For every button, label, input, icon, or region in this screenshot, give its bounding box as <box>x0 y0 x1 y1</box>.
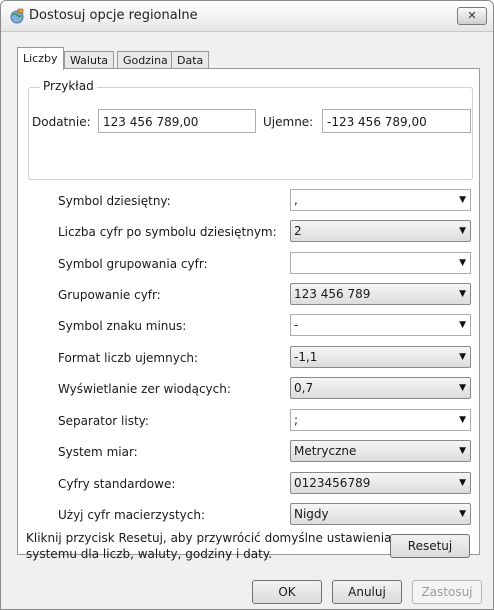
negative-sign-label: Symbol znaku minus: <box>58 319 187 333</box>
measurement-system-combo[interactable]: Metryczne ▼ <box>290 440 471 462</box>
negative-format-value: -1,1 <box>294 350 318 364</box>
negative-example-field[interactable]: -123 456 789,00 <box>322 109 471 133</box>
measurement-system-label: System miar: <box>58 445 138 459</box>
reset-hint-text: Kliknij przycisk Resetuj, aby przywrócić… <box>26 531 392 561</box>
native-digits-value: Nigdy <box>294 507 329 521</box>
standard-digits-combo[interactable]: 0123456789 ▼ <box>290 472 471 494</box>
list-separator-value: ; <box>294 413 299 427</box>
digit-grouping-value: 123 456 789 <box>294 287 371 301</box>
decimal-digits-label: Liczba cyfr po symbolu dziesiętnym: <box>58 225 277 239</box>
chevron-down-icon: ▼ <box>459 509 466 519</box>
chevron-down-icon: ▼ <box>459 446 466 456</box>
negative-sign-combo[interactable]: - ▼ <box>290 314 471 336</box>
negative-sign-value: - <box>294 318 299 332</box>
example-group-label: Przykład <box>40 79 97 93</box>
cancel-button[interactable]: Anuluj <box>332 580 402 604</box>
chevron-down-icon: ▼ <box>459 195 466 205</box>
decimal-digits-combo[interactable]: 2 ▼ <box>290 220 471 242</box>
tab-currency[interactable]: Waluta <box>64 51 114 69</box>
grouping-symbol-label: Symbol grupowania cyfr: <box>58 257 208 271</box>
leading-zeros-value: 0,7 <box>294 381 314 395</box>
ok-button[interactable]: OK <box>252 580 322 604</box>
positive-example-field[interactable]: 123 456 789,00 <box>98 109 256 133</box>
negative-format-combo[interactable]: -1,1 ▼ <box>290 346 471 368</box>
negative-label: Ujemne: <box>263 115 314 129</box>
chevron-down-icon: ▼ <box>459 226 466 236</box>
grouping-symbol-combo[interactable]: ▼ <box>290 252 471 274</box>
leading-zeros-combo[interactable]: 0,7 ▼ <box>290 377 471 399</box>
dialog-window: Dostosuj opcje regionalne ✕ Liczby Walut… <box>0 0 494 610</box>
leading-zeros-label: Wyświetlanie zer wiodących: <box>58 382 231 396</box>
chevron-down-icon: ▼ <box>459 352 466 362</box>
regional-settings-icon <box>10 8 24 24</box>
reset-button[interactable]: Resetuj <box>390 534 470 558</box>
chevron-down-icon: ▼ <box>459 383 466 393</box>
chevron-down-icon: ▼ <box>459 478 466 488</box>
chevron-down-icon: ▼ <box>459 289 466 299</box>
list-separator-combo[interactable]: ; ▼ <box>290 409 471 431</box>
tab-numbers[interactable]: Liczby <box>17 47 64 70</box>
positive-label: Dodatnie: <box>32 115 91 129</box>
close-icon: ✕ <box>467 9 477 22</box>
negative-format-label: Format liczb ujemnych: <box>58 351 199 365</box>
standard-digits-label: Cyfry standardowe: <box>58 477 176 491</box>
decimal-symbol-label: Symbol dziesiętny: <box>58 194 171 208</box>
close-button[interactable]: ✕ <box>457 7 487 25</box>
chevron-down-icon: ▼ <box>459 320 466 330</box>
numbers-tab-panel: Przykład Dodatnie: 123 456 789,00 Ujemne… <box>17 68 480 561</box>
digit-grouping-combo[interactable]: 123 456 789 ▼ <box>290 283 471 305</box>
title-bar[interactable]: Dostosuj opcje regionalne ✕ <box>1 1 493 32</box>
measurement-system-value: Metryczne <box>294 444 357 458</box>
tab-date[interactable]: Data <box>171 51 210 69</box>
decimal-symbol-value: , <box>294 193 298 207</box>
chevron-down-icon: ▼ <box>459 258 466 268</box>
decimal-symbol-combo[interactable]: , ▼ <box>290 189 471 211</box>
digit-grouping-label: Grupowanie cyfr: <box>58 288 161 302</box>
chevron-down-icon: ▼ <box>459 415 466 425</box>
standard-digits-value: 0123456789 <box>294 476 371 490</box>
native-digits-label: Użyj cyfr macierzystych: <box>58 508 205 522</box>
tab-time[interactable]: Godzina <box>117 51 174 69</box>
list-separator-label: Separator listy: <box>58 414 149 428</box>
window-title: Dostosuj opcje regionalne <box>29 8 198 23</box>
apply-button[interactable]: Zastosuj <box>412 580 482 604</box>
decimal-digits-value: 2 <box>294 224 302 238</box>
native-digits-combo[interactable]: Nigdy ▼ <box>290 503 471 525</box>
